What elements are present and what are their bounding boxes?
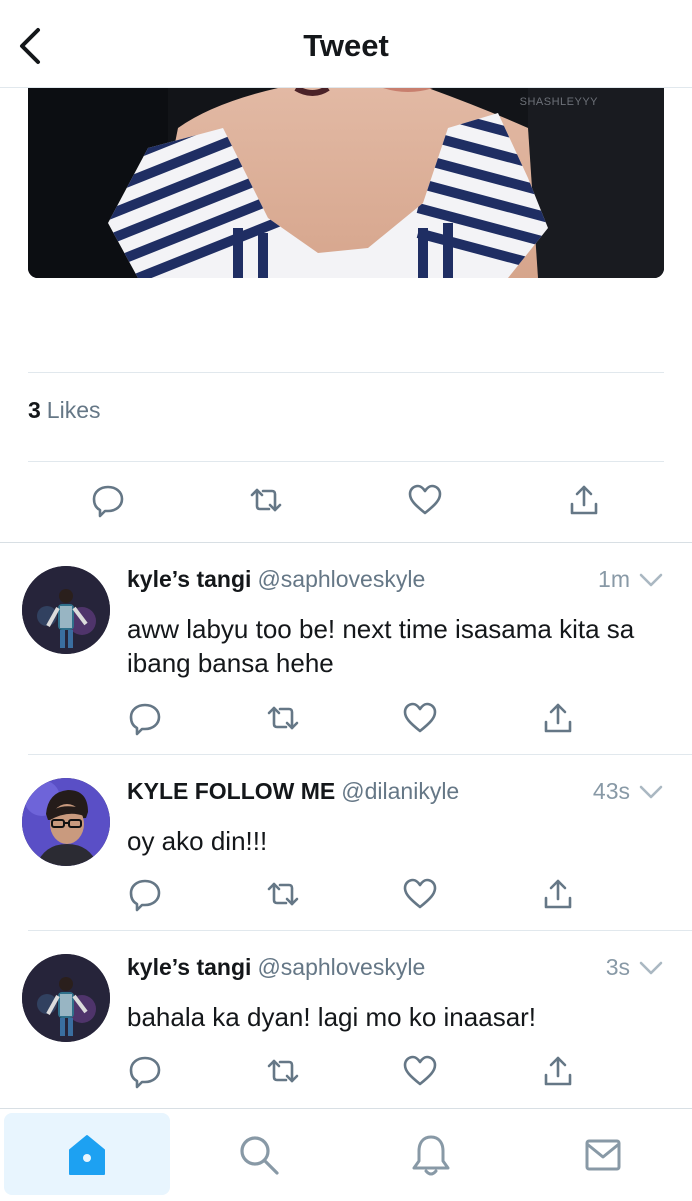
avatar[interactable] xyxy=(22,566,110,654)
retweet-icon xyxy=(267,882,299,906)
tweet-actions xyxy=(0,482,692,522)
reply-author-name[interactable]: KYLE FOLLOW ME xyxy=(127,778,335,804)
tab-messages[interactable] xyxy=(520,1113,686,1195)
chevron-down-icon[interactable] xyxy=(638,570,664,590)
reply-button[interactable] xyxy=(127,876,163,912)
divider xyxy=(28,461,664,462)
reply-icon xyxy=(129,1056,161,1089)
notifications-icon xyxy=(412,1135,450,1176)
share-button[interactable] xyxy=(540,876,576,912)
share-icon xyxy=(544,879,572,909)
reply-header: kyle’s tangi @saphloveskyle 3s xyxy=(127,954,664,981)
retweet-icon xyxy=(267,1059,299,1083)
page-title: Tweet xyxy=(303,28,389,63)
retweet-button[interactable] xyxy=(265,876,301,912)
likes-count[interactable]: 3 Likes xyxy=(28,397,101,424)
avatar[interactable] xyxy=(22,954,110,1042)
retweet-button[interactable] xyxy=(248,482,284,518)
heart-icon xyxy=(403,878,437,909)
reply-button[interactable] xyxy=(90,482,126,518)
reply-header: kyle’s tangi @saphloveskyle 1m xyxy=(127,566,664,593)
reply-text: bahala ka dyan! lagi mo ko inaasar! xyxy=(127,1002,537,1032)
chevron-down-icon[interactable] xyxy=(638,782,664,802)
reply-icon xyxy=(92,485,124,518)
reply-author-name[interactable]: kyle’s tangi xyxy=(127,566,251,592)
messages-icon xyxy=(585,1139,621,1171)
retweet-button[interactable] xyxy=(265,1053,301,1089)
reply-text: aww labyu too be! next time isasama kita… xyxy=(127,614,635,678)
avatar[interactable] xyxy=(22,778,110,866)
like-button[interactable] xyxy=(407,482,443,518)
retweet-icon xyxy=(267,706,299,730)
reply-timestamp: 1m xyxy=(598,566,630,592)
reply-button[interactable] xyxy=(127,700,163,736)
reply-text: oy ako din!!! xyxy=(127,826,268,856)
search-icon xyxy=(240,1136,279,1175)
reply-actions xyxy=(0,876,692,916)
like-button[interactable] xyxy=(402,1053,438,1089)
divider xyxy=(28,754,692,755)
heart-icon xyxy=(403,702,437,733)
share-button[interactable] xyxy=(566,482,602,518)
photo-watermark: SHASHLEYYY xyxy=(519,96,598,108)
heart-icon xyxy=(403,1055,437,1086)
likes-number: 3 xyxy=(28,397,41,423)
tab-search[interactable] xyxy=(176,1113,342,1195)
share-icon xyxy=(544,703,572,733)
like-button[interactable] xyxy=(402,700,438,736)
tab-home[interactable] xyxy=(4,1113,170,1195)
reply-timestamp: 3s xyxy=(605,954,630,980)
likes-label: Likes xyxy=(46,397,101,423)
divider xyxy=(28,372,664,373)
reply-timestamp: 43s xyxy=(592,778,630,804)
nav-header: Tweet xyxy=(0,0,692,88)
share-icon xyxy=(544,1056,572,1086)
reply-button[interactable] xyxy=(127,1053,163,1089)
reply-icon xyxy=(129,879,161,912)
tab-bar xyxy=(0,1108,692,1201)
section-divider xyxy=(0,542,692,543)
like-button[interactable] xyxy=(402,876,438,912)
heart-icon xyxy=(408,484,442,515)
reply-author-handle[interactable]: @saphloveskyle xyxy=(257,954,425,980)
home-icon xyxy=(69,1135,105,1175)
reply-icon xyxy=(129,703,161,736)
share-button[interactable] xyxy=(540,1053,576,1089)
share-icon xyxy=(570,485,598,515)
reply-actions xyxy=(0,1053,692,1093)
reply-actions xyxy=(0,700,692,740)
retweet-icon xyxy=(250,488,282,512)
share-button[interactable] xyxy=(540,700,576,736)
divider xyxy=(28,930,692,931)
chevron-down-icon[interactable] xyxy=(638,958,664,978)
tab-notifications[interactable] xyxy=(348,1113,514,1195)
reply-author-name[interactable]: kyle’s tangi xyxy=(127,954,251,980)
reply-author-handle[interactable]: @dilanikyle xyxy=(341,778,459,804)
tweet-photo[interactable]: SHASHLEYYY xyxy=(28,88,664,278)
retweet-button[interactable] xyxy=(265,700,301,736)
reply-author-handle[interactable]: @saphloveskyle xyxy=(257,566,425,592)
reply-header: KYLE FOLLOW ME @dilanikyle 43s xyxy=(127,778,664,805)
